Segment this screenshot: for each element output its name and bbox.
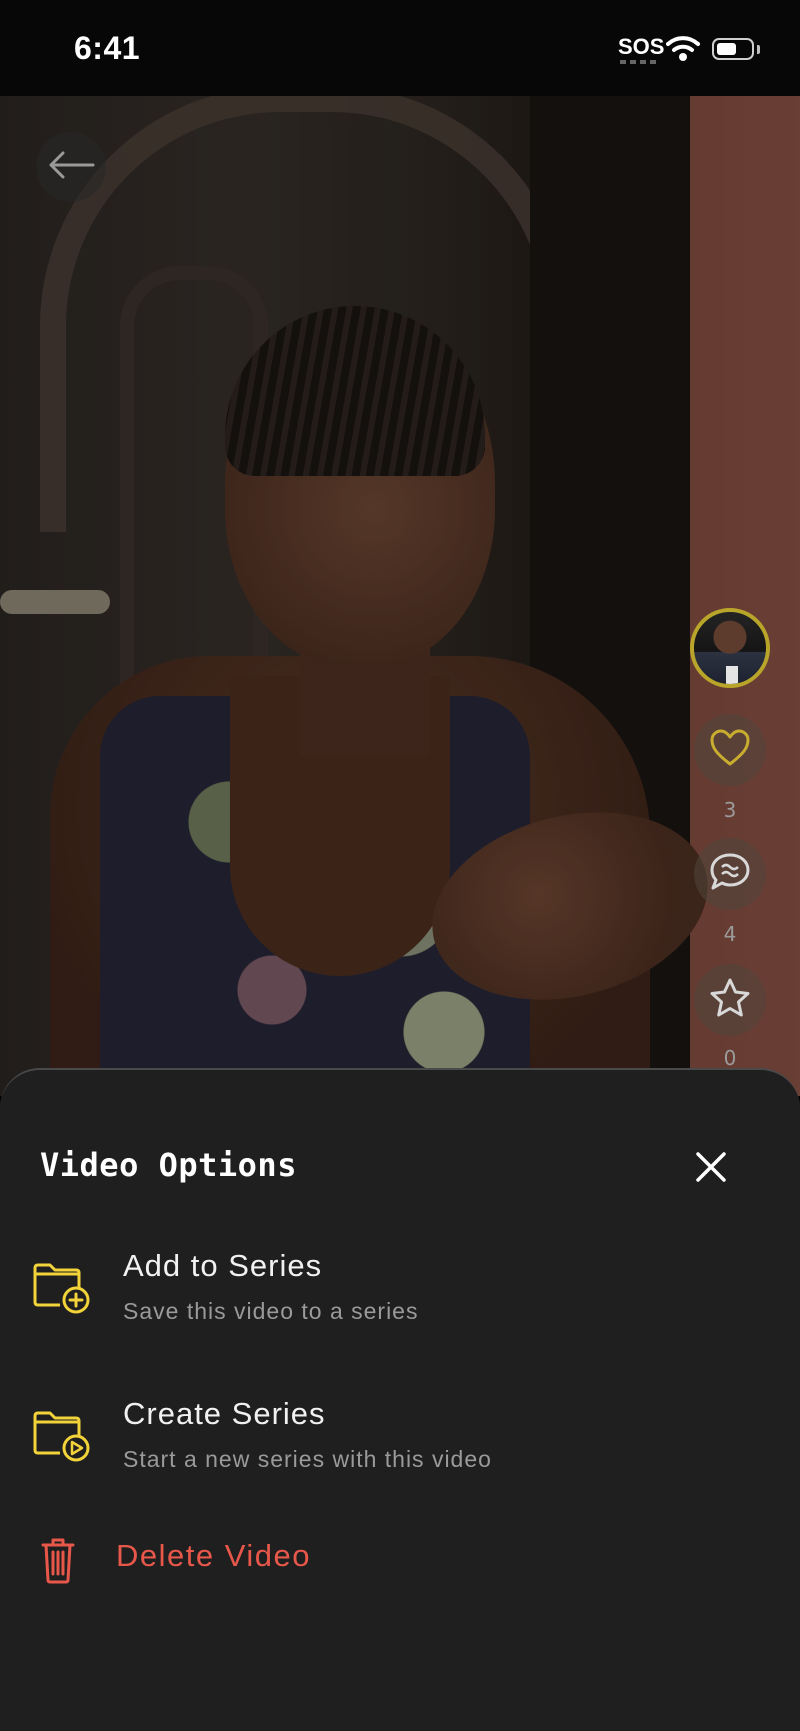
- delete-video-option[interactable]: Delete Video: [0, 1530, 800, 1610]
- comment-icon: [708, 851, 752, 897]
- delete-video-label: Delete Video: [116, 1538, 311, 1573]
- video-options-sheet: Video Options Add to Series Save this vi…: [0, 1068, 800, 1731]
- creator-avatar[interactable]: [690, 608, 770, 688]
- wifi-icon: [666, 34, 700, 66]
- favorite-button[interactable]: [694, 964, 766, 1036]
- battery-icon: [712, 38, 754, 60]
- video-player[interactable]: [0, 96, 800, 1096]
- folder-play-icon: [32, 1410, 92, 1466]
- comments-count: 4: [723, 922, 737, 946]
- trash-icon: [40, 1536, 76, 1588]
- close-icon: [694, 1150, 728, 1188]
- star-icon: [708, 977, 752, 1023]
- back-button[interactable]: [36, 132, 106, 202]
- like-button[interactable]: [694, 714, 766, 786]
- option-title: Create Series: [123, 1396, 326, 1431]
- likes-count: 3: [723, 798, 737, 822]
- status-time: 6:41: [74, 30, 141, 66]
- option-title: Add to Series: [123, 1248, 323, 1283]
- folder-plus-icon: [32, 1262, 92, 1318]
- heart-icon: [709, 728, 751, 772]
- signal-dots-icon: [620, 60, 656, 64]
- favorites-count: 0: [723, 1046, 737, 1070]
- video-dim-overlay: [0, 96, 800, 1096]
- status-bar: 6:41 SOS: [0, 0, 800, 96]
- comment-button[interactable]: [694, 838, 766, 910]
- battery-cap: [757, 45, 760, 54]
- option-subtitle: Start a new series with this video: [123, 1446, 492, 1472]
- sos-indicator: SOS: [618, 34, 665, 59]
- avatar-shirt: [726, 666, 738, 684]
- close-button[interactable]: [686, 1144, 736, 1194]
- sheet-title: Video Options: [40, 1146, 297, 1184]
- option-subtitle: Save this video to a series: [123, 1298, 419, 1324]
- create-series-option[interactable]: Create Series Start a new series with th…: [0, 1396, 800, 1516]
- arrow-left-icon: [47, 150, 95, 184]
- add-to-series-option[interactable]: Add to Series Save this video to a serie…: [0, 1248, 800, 1368]
